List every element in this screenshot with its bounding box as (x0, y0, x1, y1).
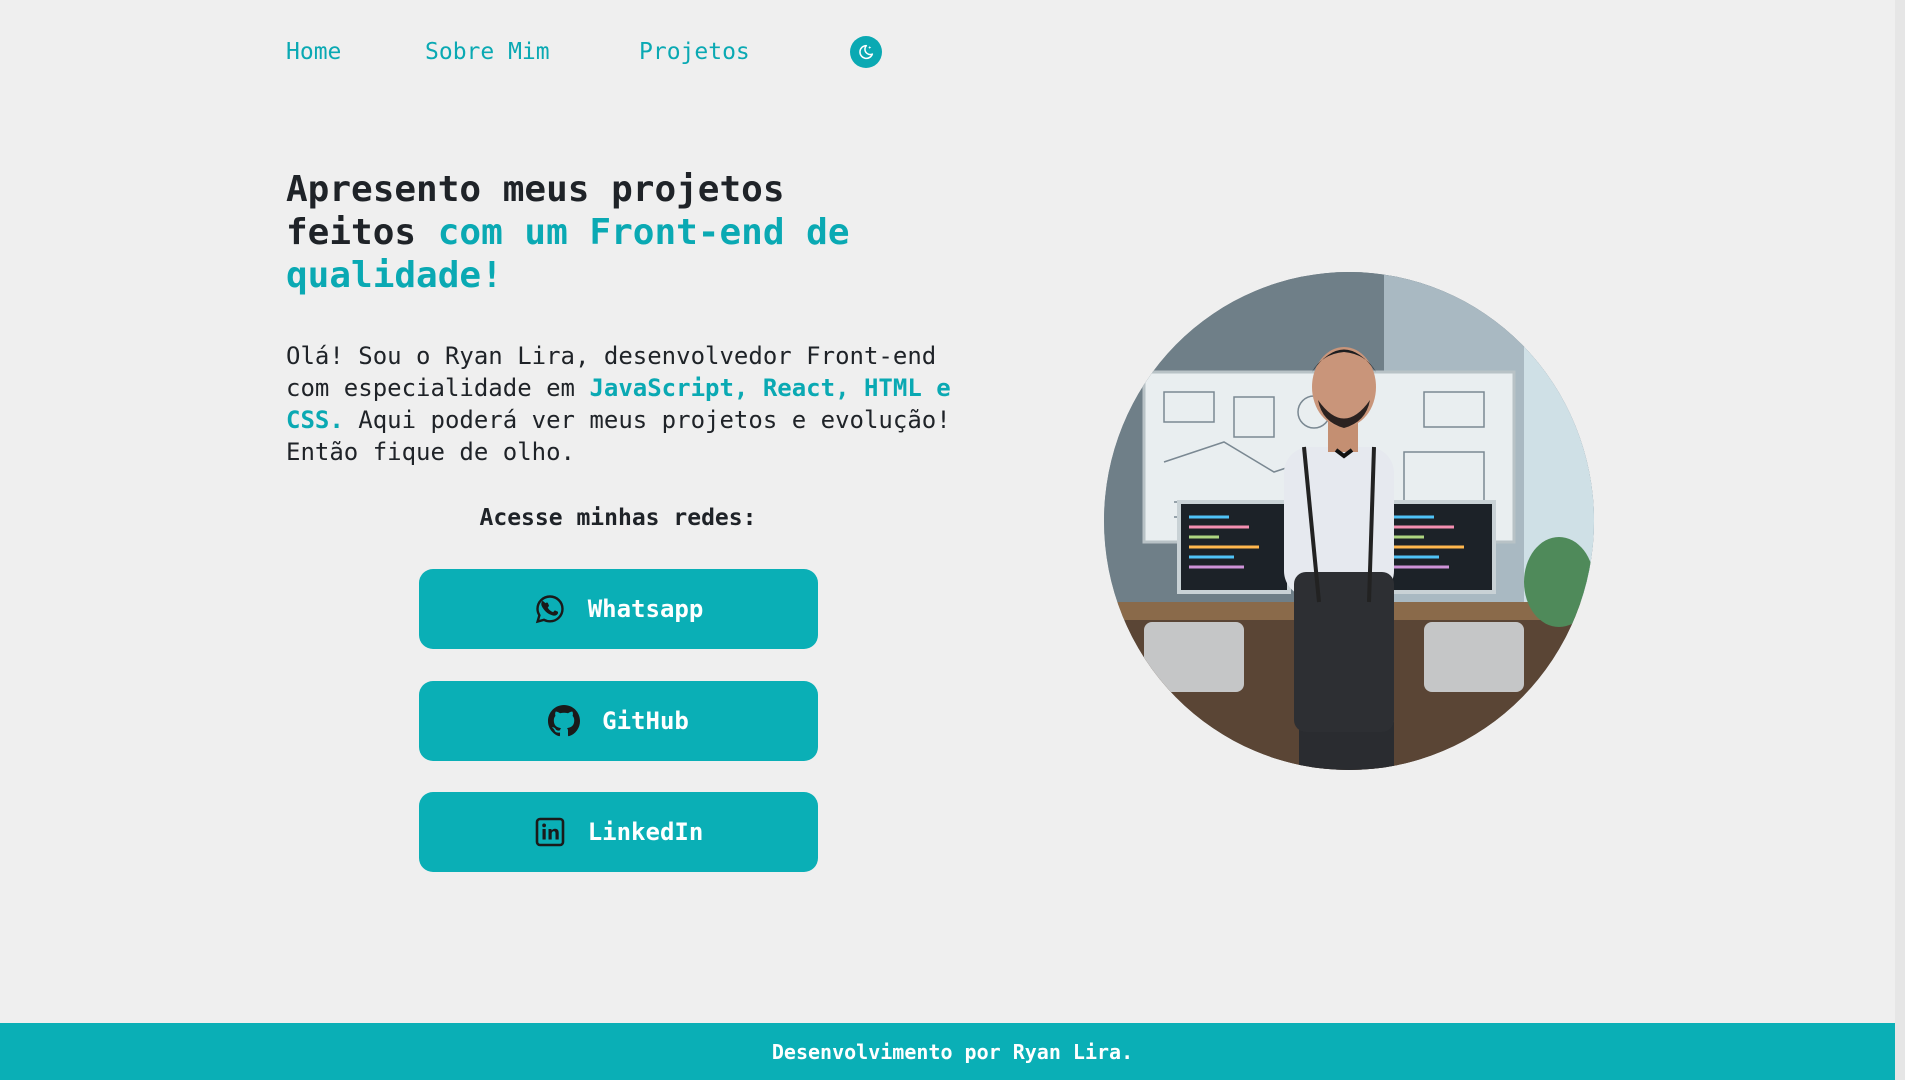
networks-label: Acesse minhas redes: (479, 505, 757, 531)
top-nav: Home Sobre Mim Projetos (286, 36, 882, 68)
footer-credit: Desenvolvimento por Ryan Lira. (771, 1039, 1134, 1064)
intro-part2: Aqui poderá ver meus projetos e evolução… (286, 406, 951, 466)
footer: Desenvolvimento por Ryan Lira. (0, 1023, 1905, 1080)
hero-title: Apresento meus projetos feitos com um Fr… (286, 168, 926, 297)
whatsapp-button[interactable]: Whatsapp (419, 569, 818, 649)
page: Home Sobre Mim Projetos Apresento meus p… (0, 0, 1905, 1080)
nav-about-link[interactable]: Sobre Mim (425, 36, 639, 68)
moon-stars-icon (859, 44, 874, 60)
profile-photo (1104, 272, 1594, 770)
profile-photo-illustration (1104, 272, 1594, 770)
github-button-label: GitHub (602, 707, 689, 735)
whatsapp-button-label: Whatsapp (587, 595, 704, 623)
whatsapp-icon (534, 593, 566, 625)
theme-toggle-button[interactable] (850, 36, 882, 68)
github-button[interactable]: GitHub (419, 681, 818, 761)
nav-home-link[interactable]: Home (286, 36, 425, 68)
page-scrollbar[interactable] (1895, 0, 1905, 1080)
linkedin-icon (534, 816, 566, 848)
github-icon (548, 705, 581, 737)
nav-projects-link[interactable]: Projetos (639, 36, 850, 68)
linkedin-button-label: LinkedIn (587, 818, 704, 846)
linkedin-button[interactable]: LinkedIn (419, 792, 818, 872)
intro-text: Olá! Sou o Ryan Lira, desenvolvedor Fron… (286, 340, 986, 468)
